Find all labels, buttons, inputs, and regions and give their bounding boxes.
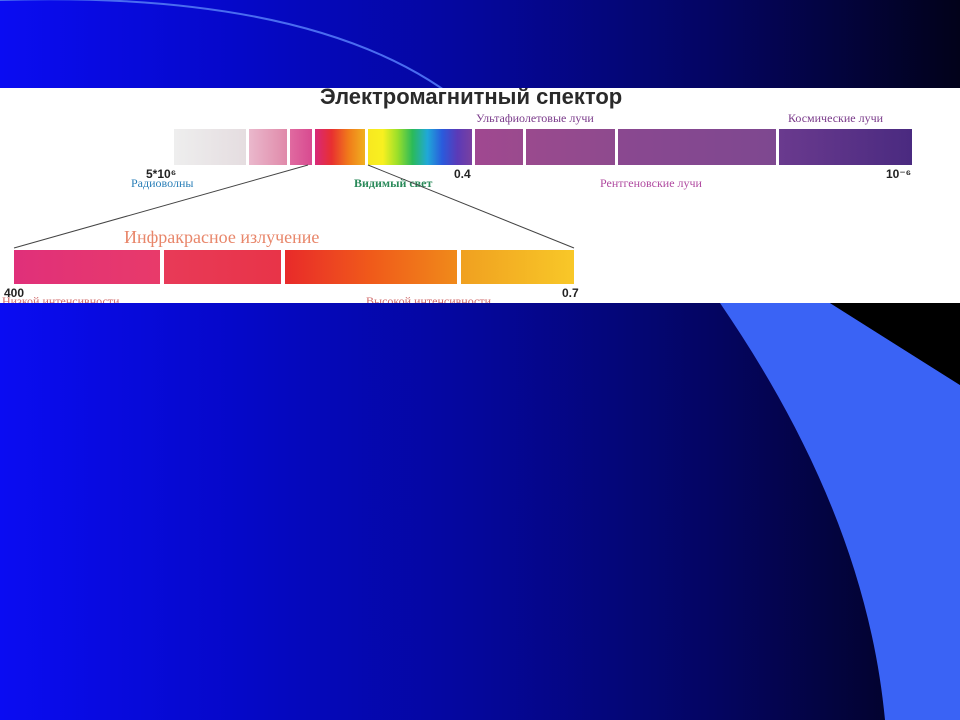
infrared-segment-3: [285, 250, 457, 284]
infrared-bar: [14, 250, 574, 284]
high-intensity-label: Высокой интенсивности: [366, 294, 491, 303]
infrared-segment-2: [164, 250, 281, 284]
slide: Электромагнитный спектор Ультафиолетовые…: [0, 0, 960, 720]
infrared-segment-4: [461, 250, 574, 284]
zoom-line-right: [367, 164, 575, 249]
right-wedge-shape: [720, 303, 960, 720]
infrared-segment-1: [14, 250, 160, 284]
spectrum-image: Электромагнитный спектор Ультафиолетовые…: [0, 88, 960, 303]
infrared-title: Инфракрасное излучение: [124, 227, 320, 247]
low-intensity-label: Низкой интенсивности: [2, 294, 120, 303]
infrared-right-value: 0.7: [562, 286, 579, 300]
